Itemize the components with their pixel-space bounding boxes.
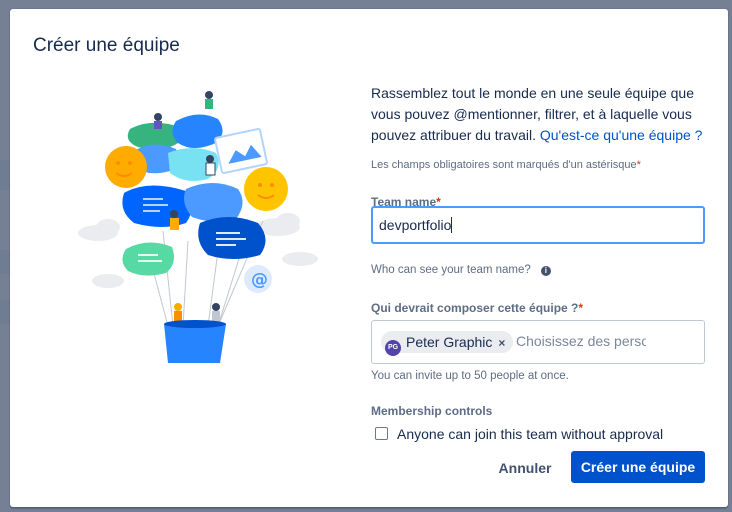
form-panel: Rassemblez tout le monde en une seule éq… xyxy=(371,83,707,442)
members-helper: You can invite up to 50 people at once. xyxy=(371,370,569,382)
open-membership-label: Anyone can join this team without approv… xyxy=(397,426,664,442)
membership-controls-label: Membership controls xyxy=(371,404,493,418)
members-picker[interactable]: PG Peter Graphic × Choisissez des personne… xyxy=(371,320,705,364)
text-caret xyxy=(451,217,453,233)
team-name-input[interactable]: devportfolio xyxy=(371,206,705,244)
member-chip-name: Peter Graphic xyxy=(406,334,493,350)
create-team-button[interactable]: Créer une équipe xyxy=(571,451,705,483)
member-search-input[interactable]: Choisissez des personnes xyxy=(516,333,646,349)
required-asterisk: * xyxy=(636,159,641,171)
required-asterisk: * xyxy=(578,301,584,315)
team-name-value: devportfolio xyxy=(379,217,452,233)
cancel-button[interactable]: Annuler xyxy=(490,452,560,483)
avatar: PG xyxy=(385,340,401,356)
svg-text:@: @ xyxy=(251,270,268,290)
info-icon[interactable]: i xyxy=(540,266,551,276)
open-membership-option[interactable]: Anyone can join this team without approv… xyxy=(375,426,663,442)
required-fields-note: Les champs obligatoires sont marqués d'u… xyxy=(371,159,707,171)
remove-member-icon[interactable]: × xyxy=(498,336,505,350)
what-is-team-link[interactable]: Qu'est-ce qu'une équipe ? xyxy=(540,127,703,143)
create-team-dialog: Créer une équipe @ Rassemblez tout le mo… xyxy=(10,9,728,507)
team-balloon-illustration: @ xyxy=(78,91,318,363)
team-name-helper: Who can see your team name? i xyxy=(371,264,551,276)
dialog-title: Créer une équipe xyxy=(33,35,180,56)
members-label-text: Qui devrait composer cette équipe ? xyxy=(371,301,579,315)
members-label: Qui devrait composer cette équipe ?* xyxy=(371,301,583,315)
required-note-text: Les champs obligatoires sont marqués d'u… xyxy=(371,159,637,171)
open-membership-checkbox[interactable] xyxy=(375,427,388,440)
team-name-helper-text: Who can see your team name? xyxy=(371,264,531,276)
member-chip: PG Peter Graphic × xyxy=(381,331,514,356)
intro-paragraph: Rassemblez tout le monde en une seule éq… xyxy=(371,83,707,146)
